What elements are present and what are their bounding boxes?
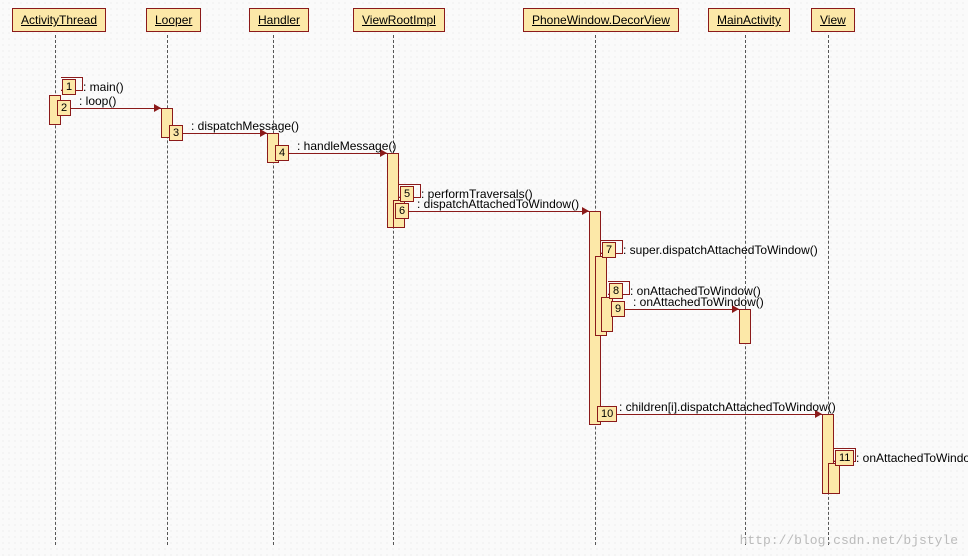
participant-phonewindow-decorview: PhoneWindow.DecorView	[523, 8, 679, 32]
participant-handler: Handler	[249, 8, 309, 32]
message-arrow	[173, 133, 267, 134]
message-label: : onAttachedToWindow()	[856, 451, 968, 465]
message-number: 9	[611, 301, 625, 317]
participant-view: View	[811, 8, 855, 32]
lifeline	[273, 35, 274, 545]
message-number: 3	[169, 125, 183, 141]
message-number: 11	[835, 450, 854, 466]
message-label: : dispatchMessage()	[191, 119, 299, 133]
message-label: : onAttachedToWindow()	[633, 295, 764, 309]
message-number: 10	[597, 406, 617, 422]
participant-looper: Looper	[146, 8, 201, 32]
message-label: : handleMessage()	[297, 139, 396, 153]
message-label: : super.dispatchAttachedToWindow()	[623, 243, 818, 257]
participant-activitythread: ActivityThread	[12, 8, 106, 32]
message-label: : children[i].dispatchAttachedToWindow()	[619, 400, 836, 414]
participant-mainactivity: MainActivity	[708, 8, 790, 32]
message-arrow	[279, 153, 387, 154]
participant-viewrootimpl: ViewRootImpl	[353, 8, 445, 32]
message-number: 6	[395, 203, 409, 219]
message-number: 7	[602, 242, 616, 258]
message-label: : main()	[83, 80, 124, 94]
message-arrow	[61, 108, 161, 109]
message-number: 5	[400, 186, 414, 202]
message-arrow	[399, 211, 589, 212]
message-arrow	[615, 309, 739, 310]
activation-bar	[828, 463, 840, 494]
message-arrow	[601, 414, 822, 415]
lifeline	[393, 35, 394, 545]
message-number: 8	[609, 283, 623, 299]
message-number: 1	[62, 79, 76, 95]
watermark: http://blog.csdn.net/bjstyle	[740, 533, 958, 548]
message-number: 2	[57, 100, 71, 116]
activation-bar	[739, 309, 751, 344]
message-label: : loop()	[79, 94, 116, 108]
message-label: : dispatchAttachedToWindow()	[417, 197, 579, 211]
message-number: 4	[275, 145, 289, 161]
